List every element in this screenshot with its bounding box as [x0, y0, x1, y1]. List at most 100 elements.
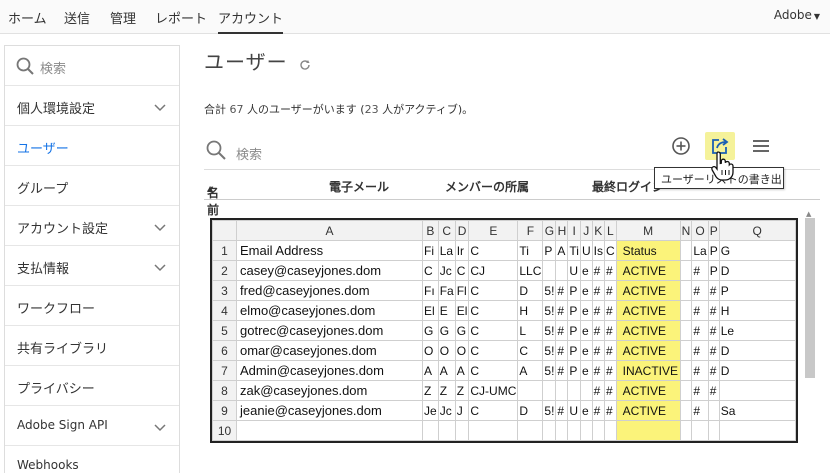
cell-status[interactable]: ACTIVE — [615, 400, 681, 421]
spreadsheet-cell[interactable] — [579, 380, 593, 401]
spreadsheet-cell[interactable]: D — [517, 280, 544, 301]
spreadsheet-cell[interactable]: 5! — [542, 340, 557, 361]
cell-email[interactable]: fred@caseyjones.dom — [236, 280, 423, 301]
spreadsheet-column-header[interactable]: F — [517, 220, 544, 241]
spreadsheet-cell[interactable]: # — [591, 260, 605, 281]
sidebar-item-users[interactable]: ユーザー — [5, 126, 179, 166]
spreadsheet-cell[interactable]: U — [567, 260, 581, 281]
spreadsheet-cell[interactable]: H — [517, 300, 544, 321]
row-number[interactable]: 8 — [212, 380, 237, 401]
nav-account[interactable]: アカウント — [218, 8, 284, 34]
column-email[interactable]: 電子メール — [329, 178, 389, 195]
spreadsheet-cell[interactable]: P — [707, 260, 720, 281]
spreadsheet-cell[interactable]: C — [468, 280, 519, 301]
spreadsheet-cell[interactable]: El — [454, 300, 470, 321]
spreadsheet-column-header[interactable]: B — [422, 220, 439, 241]
sidebar-item-preferences[interactable]: 個人環境設定 — [5, 86, 179, 126]
spreadsheet-cell[interactable]: Is — [591, 240, 605, 261]
spreadsheet-cell[interactable]: O — [437, 340, 456, 361]
sidebar-item-shared-library[interactable]: 共有ライブラリ — [5, 326, 179, 366]
sidebar-item-groups[interactable]: グループ — [5, 166, 179, 206]
row-number[interactable]: 4 — [212, 300, 237, 321]
spreadsheet-cell[interactable]: # — [555, 360, 569, 381]
spreadsheet-cell[interactable] — [679, 360, 693, 381]
spreadsheet-cell[interactable] — [679, 420, 693, 441]
spreadsheet-cell[interactable]: # — [591, 300, 605, 321]
spreadsheet-column-header[interactable]: N — [679, 220, 693, 241]
cell-email[interactable]: Admin@caseyjones.dom — [236, 360, 423, 381]
spreadsheet-cell[interactable] — [679, 400, 693, 421]
spreadsheet-cell[interactable] — [555, 380, 569, 401]
spreadsheet-cell[interactable]: A — [454, 360, 470, 381]
cell-email[interactable]: omar@caseyjones.dom — [236, 340, 423, 361]
sidebar-item-api[interactable]: Adobe Sign API — [5, 406, 179, 446]
add-user-button[interactable] — [666, 132, 696, 160]
spreadsheet-cell[interactable]: # — [591, 400, 605, 421]
nav-home[interactable]: ホーム — [8, 8, 47, 27]
spreadsheet-column-header[interactable] — [212, 220, 237, 241]
spreadsheet-cell[interactable] — [542, 380, 557, 401]
cell-email[interactable]: elmo@caseyjones.dom — [236, 300, 423, 321]
spreadsheet-cell[interactable] — [603, 420, 617, 441]
spreadsheet-cell[interactable] — [437, 420, 456, 441]
spreadsheet-cell[interactable] — [679, 260, 693, 281]
spreadsheet-cell[interactable] — [591, 420, 605, 441]
spreadsheet-column-header[interactable]: H — [555, 220, 569, 241]
spreadsheet-cell[interactable]: E — [437, 300, 456, 321]
spreadsheet-cell[interactable]: P — [718, 280, 796, 301]
spreadsheet-column-header[interactable]: L — [603, 220, 617, 241]
spreadsheet-cell[interactable] — [567, 420, 581, 441]
sidebar-item-billing[interactable]: 支払情報 — [5, 246, 179, 286]
spreadsheet-cell[interactable]: # — [707, 280, 720, 301]
spreadsheet-cell[interactable] — [542, 260, 557, 281]
spreadsheet-cell[interactable] — [679, 380, 693, 401]
spreadsheet-cell[interactable]: U — [567, 400, 581, 421]
spreadsheet-column-header[interactable]: G — [542, 220, 557, 241]
spreadsheet-cell[interactable]: D — [718, 340, 796, 361]
spreadsheet-cell[interactable]: Fı — [422, 280, 439, 301]
cell-status[interactable]: ACTIVE — [615, 380, 681, 401]
spreadsheet-cell[interactable]: e — [579, 260, 593, 281]
spreadsheet-cell[interactable]: # — [555, 300, 569, 321]
spreadsheet-cell[interactable]: G — [718, 240, 796, 261]
spreadsheet-cell[interactable]: P — [707, 240, 720, 261]
nav-manage[interactable]: 管理 — [110, 8, 136, 27]
spreadsheet-cell[interactable]: El — [422, 300, 439, 321]
spreadsheet-cell[interactable]: # — [691, 260, 709, 281]
scrollbar-thumb[interactable] — [805, 218, 815, 378]
spreadsheet-cell[interactable]: D — [718, 260, 796, 281]
spreadsheet-cell[interactable]: # — [591, 380, 605, 401]
spreadsheet-cell[interactable]: # — [555, 320, 569, 341]
spreadsheet-column-header[interactable]: I — [567, 220, 581, 241]
spreadsheet-cell[interactable]: A — [555, 240, 569, 261]
spreadsheet-cell[interactable]: 5! — [542, 360, 557, 381]
spreadsheet-cell[interactable]: Z — [454, 380, 470, 401]
spreadsheet-cell[interactable]: G — [437, 320, 456, 341]
spreadsheet-cell[interactable]: # — [591, 280, 605, 301]
spreadsheet-cell[interactable]: Fl — [454, 280, 470, 301]
spreadsheet-cell[interactable] — [422, 420, 439, 441]
spreadsheet-cell[interactable]: # — [591, 340, 605, 361]
refresh-icon[interactable] — [299, 52, 311, 76]
spreadsheet-cell[interactable]: G — [454, 320, 470, 341]
spreadsheet-cell[interactable]: Jc — [437, 400, 456, 421]
spreadsheet-cell[interactable] — [567, 380, 581, 401]
spreadsheet-cell[interactable]: P — [542, 240, 557, 261]
spreadsheet-cell[interactable]: C — [454, 260, 470, 281]
cell-email[interactable]: Email Address — [236, 240, 423, 261]
spreadsheet-cell[interactable] — [691, 420, 709, 441]
spreadsheet-cell[interactable]: e — [579, 300, 593, 321]
spreadsheet-cell[interactable] — [468, 420, 519, 441]
spreadsheet-cell[interactable]: U — [579, 240, 593, 261]
cell-email[interactable]: zak@caseyjones.dom — [236, 380, 423, 401]
spreadsheet-cell[interactable]: A — [517, 360, 544, 381]
spreadsheet-cell[interactable]: O — [422, 340, 439, 361]
spreadsheet-cell[interactable]: e — [579, 360, 593, 381]
spreadsheet-cell[interactable] — [579, 420, 593, 441]
row-number[interactable]: 5 — [212, 320, 237, 341]
spreadsheet-cell[interactable]: # — [691, 280, 709, 301]
spreadsheet-cell[interactable]: Sa — [718, 400, 796, 421]
spreadsheet-cell[interactable] — [517, 420, 544, 441]
spreadsheet-cell[interactable]: # — [707, 300, 720, 321]
row-number[interactable]: 9 — [212, 400, 237, 421]
